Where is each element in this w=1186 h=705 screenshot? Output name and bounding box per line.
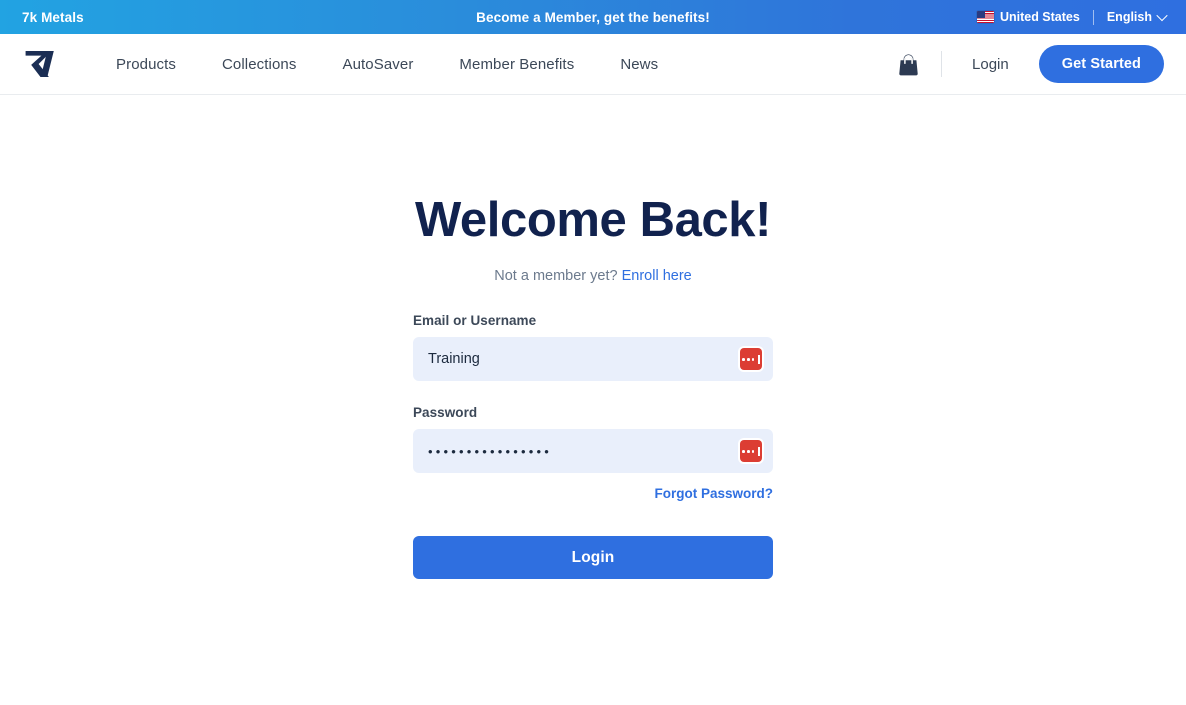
username-field-group: Email or Username xyxy=(413,313,773,382)
username-label: Email or Username xyxy=(413,313,537,329)
page-title: Welcome Back! xyxy=(414,193,772,247)
login-submit-button[interactable]: Login xyxy=(413,536,773,580)
announcement-locale-controls: United States English xyxy=(976,9,1168,25)
main-navigation: Products Collections AutoSaver Member Be… xyxy=(0,34,1186,95)
nav-login-link[interactable]: Login xyxy=(958,48,1023,81)
password-manager-icon[interactable] xyxy=(740,440,762,463)
nav-item-news[interactable]: News xyxy=(597,48,681,81)
password-field-box[interactable]: •••••••••••••••• xyxy=(413,429,773,474)
username-input[interactable] xyxy=(428,351,727,368)
language-label: English xyxy=(1106,10,1152,24)
brand-name: 7k Metals xyxy=(22,9,84,25)
password-field-group: Password •••••••••••••••• xyxy=(413,405,773,474)
nav-links: Products Collections AutoSaver Member Be… xyxy=(93,48,681,81)
forgot-password-link[interactable]: Forgot Password? xyxy=(654,486,773,501)
enroll-prompt: Not a member yet? Enroll here xyxy=(494,268,691,284)
username-field-box[interactable] xyxy=(413,337,773,382)
country-label: United States xyxy=(999,10,1080,24)
language-selector[interactable]: English xyxy=(1094,9,1168,24)
shopping-bag-icon[interactable] xyxy=(891,47,925,81)
nav-item-collections[interactable]: Collections xyxy=(199,48,319,81)
enroll-here-link[interactable]: Enroll here xyxy=(622,268,692,284)
nav-item-member-benefits[interactable]: Member Benefits xyxy=(436,48,597,81)
password-manager-icon[interactable] xyxy=(740,348,762,371)
nav-item-products[interactable]: Products xyxy=(93,48,199,81)
forgot-password-row: Forgot Password? xyxy=(413,485,773,503)
get-started-button[interactable]: Get Started xyxy=(1038,45,1164,83)
us-flag-icon xyxy=(976,11,994,23)
nav-divider xyxy=(941,51,943,77)
country-selector[interactable]: United States xyxy=(976,10,1093,24)
password-label: Password xyxy=(413,405,478,421)
nav-actions: Login Get Started xyxy=(891,45,1164,83)
chevron-down-icon xyxy=(1156,9,1168,22)
nav-item-autosaver[interactable]: AutoSaver xyxy=(319,48,436,81)
login-form: Email or Username Password •••••••••••••… xyxy=(413,313,773,580)
enroll-prompt-text: Not a member yet? xyxy=(494,268,618,285)
announcement-bar: 7k Metals Become a Member, get the benef… xyxy=(0,0,1186,34)
password-input[interactable]: •••••••••••••••• xyxy=(428,445,552,458)
7k-logo-icon[interactable] xyxy=(20,44,61,84)
login-page: Welcome Back! Not a member yet? Enroll h… xyxy=(0,95,1186,704)
